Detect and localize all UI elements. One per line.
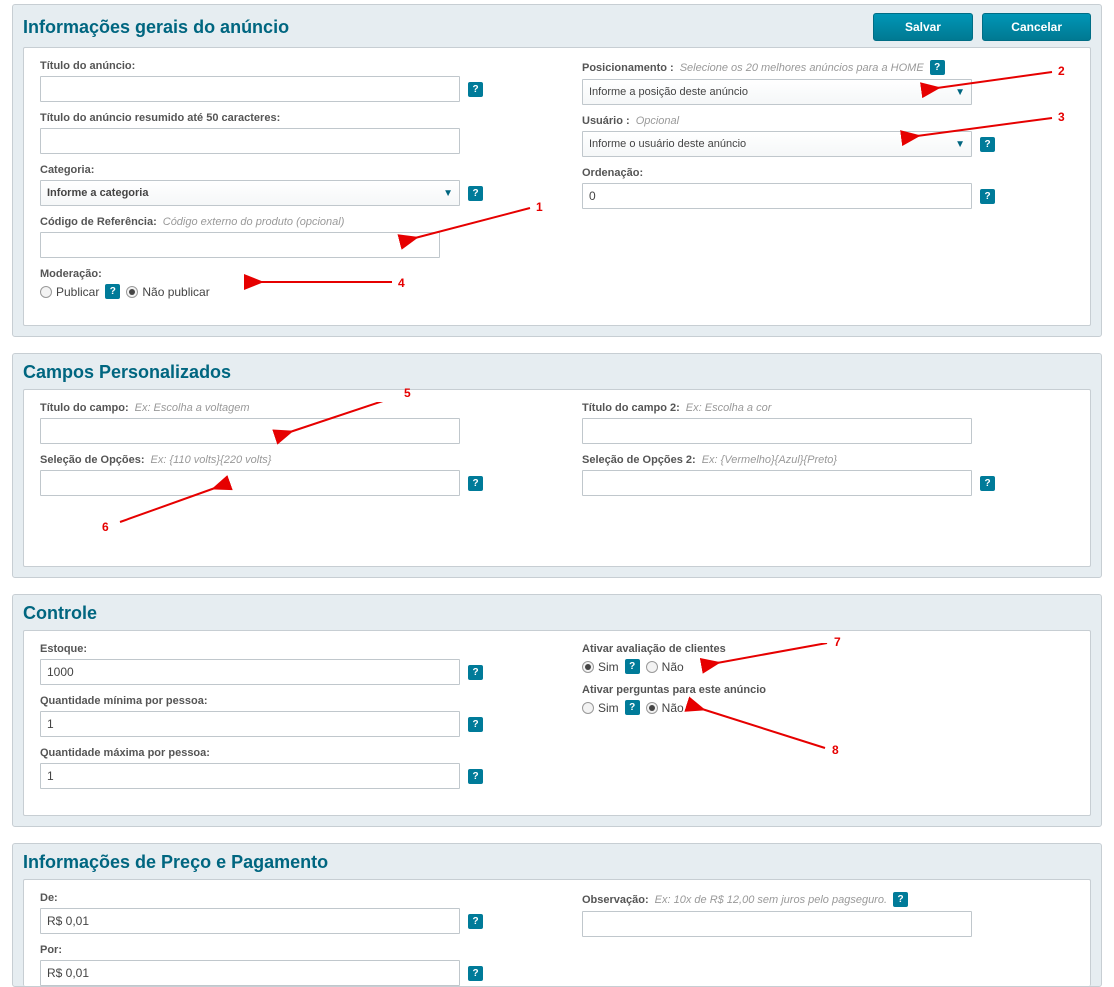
perguntas-label: Ativar perguntas para este anúncio — [582, 684, 766, 696]
chevron-down-icon: ▼ — [443, 188, 453, 199]
obs-hint: Ex: 10x de R$ 12,00 sem juros pelo pagse… — [655, 894, 887, 906]
annotation-5: 5 — [404, 386, 411, 400]
help-icon[interactable]: ? — [980, 476, 995, 491]
codigo-ref-hint: Código externo do produto (opcional) — [163, 216, 345, 228]
radio-publicar[interactable] — [40, 286, 52, 298]
selecao-opcoes2-hint: Ex: {Vermelho}{Azul}{Preto} — [702, 454, 837, 466]
titulo-campo2-label: Título do campo 2: — [582, 402, 680, 414]
titulo-campo-label: Título do campo: — [40, 402, 129, 414]
posicionamento-label: Posicionamento : — [582, 62, 674, 74]
annotation-1: 1 — [536, 200, 543, 214]
moderacao-label: Moderação: — [40, 268, 102, 280]
por-label: Por: — [40, 944, 62, 956]
estoque-input[interactable] — [40, 659, 460, 685]
usuario-hint: Opcional — [636, 115, 679, 127]
posicionamento-select[interactable]: Informe a posição deste anúncio ▼ — [582, 79, 972, 105]
campos-panel: Campos Personalizados Título do campo: E… — [12, 353, 1102, 578]
radio-perguntas-nao[interactable] — [646, 702, 658, 714]
preco-title: Informações de Preço e Pagamento — [23, 852, 328, 873]
selecao-opcoes-input[interactable] — [40, 470, 460, 496]
qtd-max-input[interactable] — [40, 763, 460, 789]
titulo-campo2-hint: Ex: Escolha a cor — [686, 402, 772, 414]
titulo-campo-input[interactable] — [40, 418, 460, 444]
selecao-opcoes2-label: Seleção de Opções 2: — [582, 454, 696, 466]
codigo-ref-label: Código de Referência: — [40, 216, 157, 228]
radio-perguntas-sim[interactable] — [582, 702, 594, 714]
preco-panel: Informações de Preço e Pagamento De: ? P… — [12, 843, 1102, 987]
qtd-min-input[interactable] — [40, 711, 460, 737]
titulo-input[interactable] — [40, 76, 460, 102]
help-icon[interactable]: ? — [468, 966, 483, 981]
general-info-panel: Informações gerais do anúncio Salvar Can… — [12, 4, 1102, 337]
help-icon[interactable]: ? — [105, 284, 120, 299]
controle-title: Controle — [23, 603, 97, 624]
usuario-label: Usuário : — [582, 115, 630, 127]
titulo-label: Título do anúncio: — [40, 60, 135, 72]
help-icon[interactable]: ? — [980, 189, 995, 204]
titulo-campo2-input[interactable] — [582, 418, 972, 444]
selecao-opcoes2-input[interactable] — [582, 470, 972, 496]
save-button[interactable]: Salvar — [873, 13, 973, 41]
qtd-min-label: Quantidade mínima por pessoa: — [40, 695, 207, 707]
avaliacao-label: Ativar avaliação de clientes — [582, 643, 726, 655]
help-icon[interactable]: ? — [468, 476, 483, 491]
estoque-label: Estoque: — [40, 643, 87, 655]
radio-nao-publicar[interactable] — [126, 286, 138, 298]
help-icon[interactable]: ? — [980, 137, 995, 152]
help-icon[interactable]: ? — [625, 700, 640, 715]
titulo-resumido-label: Título do anúncio resumido até 50 caract… — [40, 112, 280, 124]
ordenacao-label: Ordenação: — [582, 167, 643, 179]
codigo-ref-input[interactable] — [40, 232, 440, 258]
categoria-label: Categoria: — [40, 164, 94, 176]
help-icon[interactable]: ? — [468, 769, 483, 784]
por-input[interactable] — [40, 960, 460, 986]
obs-label: Observação: — [582, 894, 649, 906]
chevron-down-icon: ▼ — [955, 139, 965, 150]
help-icon[interactable]: ? — [468, 665, 483, 680]
controle-panel: Controle Estoque: ? Quantidade mínima po… — [12, 594, 1102, 827]
radio-avaliacao-nao[interactable] — [646, 661, 658, 673]
cancel-button[interactable]: Cancelar — [982, 13, 1091, 41]
annotation-8: 8 — [832, 743, 839, 757]
campos-title: Campos Personalizados — [23, 362, 231, 383]
usuario-select[interactable]: Informe o usuário deste anúncio ▼ — [582, 131, 972, 157]
categoria-select[interactable]: Informe a categoria ▼ — [40, 180, 460, 206]
page-title: Informações gerais do anúncio — [23, 17, 289, 38]
chevron-down-icon: ▼ — [955, 87, 965, 98]
qtd-max-label: Quantidade máxima por pessoa: — [40, 747, 210, 759]
posicionamento-hint: Selecione os 20 melhores anúncios para a… — [680, 62, 924, 74]
obs-input[interactable] — [582, 911, 972, 937]
help-icon[interactable]: ? — [468, 717, 483, 732]
selecao-opcoes-hint: Ex: {110 volts}{220 volts} — [151, 454, 272, 466]
de-input[interactable] — [40, 908, 460, 934]
help-icon[interactable]: ? — [893, 892, 908, 907]
ordenacao-input[interactable] — [582, 183, 972, 209]
help-icon[interactable]: ? — [468, 82, 483, 97]
help-icon[interactable]: ? — [468, 914, 483, 929]
help-icon[interactable]: ? — [930, 60, 945, 75]
titulo-campo-hint: Ex: Escolha a voltagem — [135, 402, 250, 414]
annotation-6: 6 — [102, 520, 109, 534]
help-icon[interactable]: ? — [468, 186, 483, 201]
selecao-opcoes-label: Seleção de Opções: — [40, 454, 145, 466]
titulo-resumido-input[interactable] — [40, 128, 460, 154]
radio-avaliacao-sim[interactable] — [582, 661, 594, 673]
help-icon[interactable]: ? — [625, 659, 640, 674]
action-buttons: Salvar Cancelar — [873, 13, 1091, 41]
de-label: De: — [40, 892, 58, 904]
